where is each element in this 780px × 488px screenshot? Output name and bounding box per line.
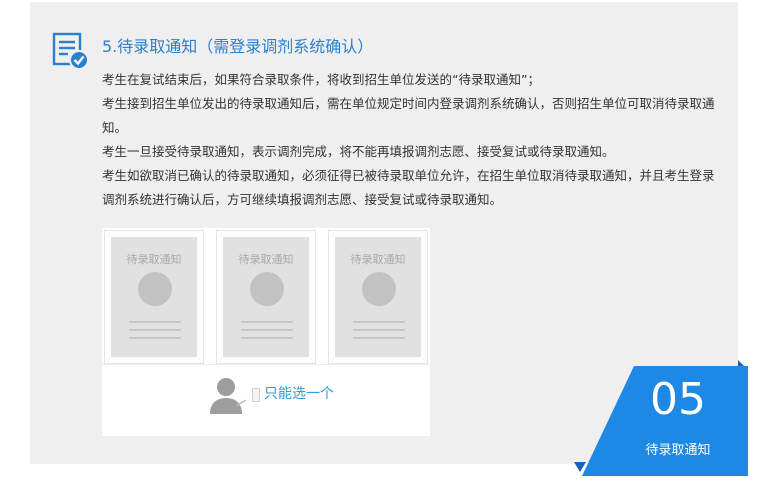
step-number: 05 — [650, 374, 706, 425]
description-line: 考生一旦接受待录取通知，表示调剂完成，将不能再填报调剂志愿、接受复试或待录取通知… — [102, 144, 615, 159]
avatar-placeholder — [362, 272, 396, 306]
offer-card: 待录取通知 — [216, 230, 316, 364]
text-line-placeholder — [129, 329, 181, 331]
text-line-placeholder — [129, 321, 181, 323]
description-line: 考生接到招生单位发出的待录取通知后，需在单位规定时间内登录调剂系统确认，否则招生… — [102, 96, 715, 135]
offer-card: 待录取通知 — [104, 230, 204, 364]
offer-card: 待录取通知 — [328, 230, 428, 364]
offer-card-label: 待录取通知 — [350, 253, 406, 266]
step-title: 5.待录取通知（需登录调剂系统确认） — [102, 37, 374, 56]
description-line: 考生如欲取消已确认的待录取通知，必须征得已被待录取单位允许，在招生单位取消待录取… — [102, 168, 715, 207]
offer-card-label: 待录取通知 — [238, 253, 294, 266]
offer-card-body: 待录取通知 — [335, 237, 421, 357]
user-icon — [210, 378, 246, 414]
offer-card-label: 待录取通知 — [126, 253, 182, 266]
document-check-icon — [52, 32, 89, 70]
step-description: 考生在复试结束后，如果符合录取条件，将收到招生单位发送的“待录取通知”； 考生接… — [102, 68, 722, 212]
text-line-placeholder — [353, 329, 405, 331]
offer-card-body: 待录取通知 — [223, 237, 309, 357]
text-line-placeholder — [129, 337, 181, 339]
text-line-placeholder — [353, 337, 405, 339]
avatar-placeholder — [138, 272, 172, 306]
text-line-placeholder — [353, 321, 405, 323]
offer-selection-illustration: 待录取通知 待录取通知 待录取通知 只能选一个 — [102, 228, 430, 436]
checkbox[interactable] — [252, 388, 260, 402]
text-line-placeholder — [241, 337, 293, 339]
text-line-placeholder — [241, 321, 293, 323]
step-badge-label: 待录取通知 — [645, 443, 711, 458]
avatar-placeholder — [250, 272, 284, 306]
choice-label: 只能选一个 — [264, 386, 334, 402]
offer-card-body: 待录取通知 — [111, 237, 197, 357]
description-line: 考生在复试结束后，如果符合录取条件，将收到招生单位发送的“待录取通知”； — [102, 72, 540, 87]
text-line-placeholder — [241, 329, 293, 331]
divider — [102, 364, 430, 365]
